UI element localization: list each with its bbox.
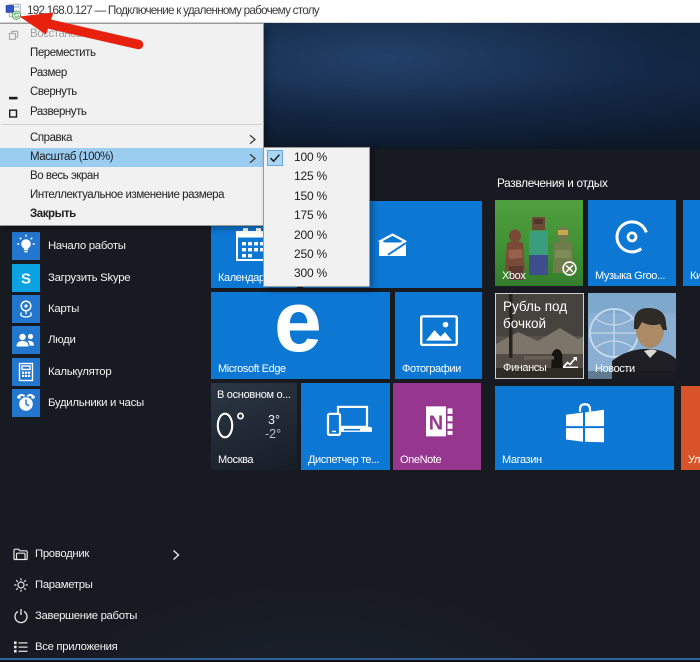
- svg-text:S: S: [21, 271, 31, 288]
- svg-text:N: N: [429, 412, 443, 434]
